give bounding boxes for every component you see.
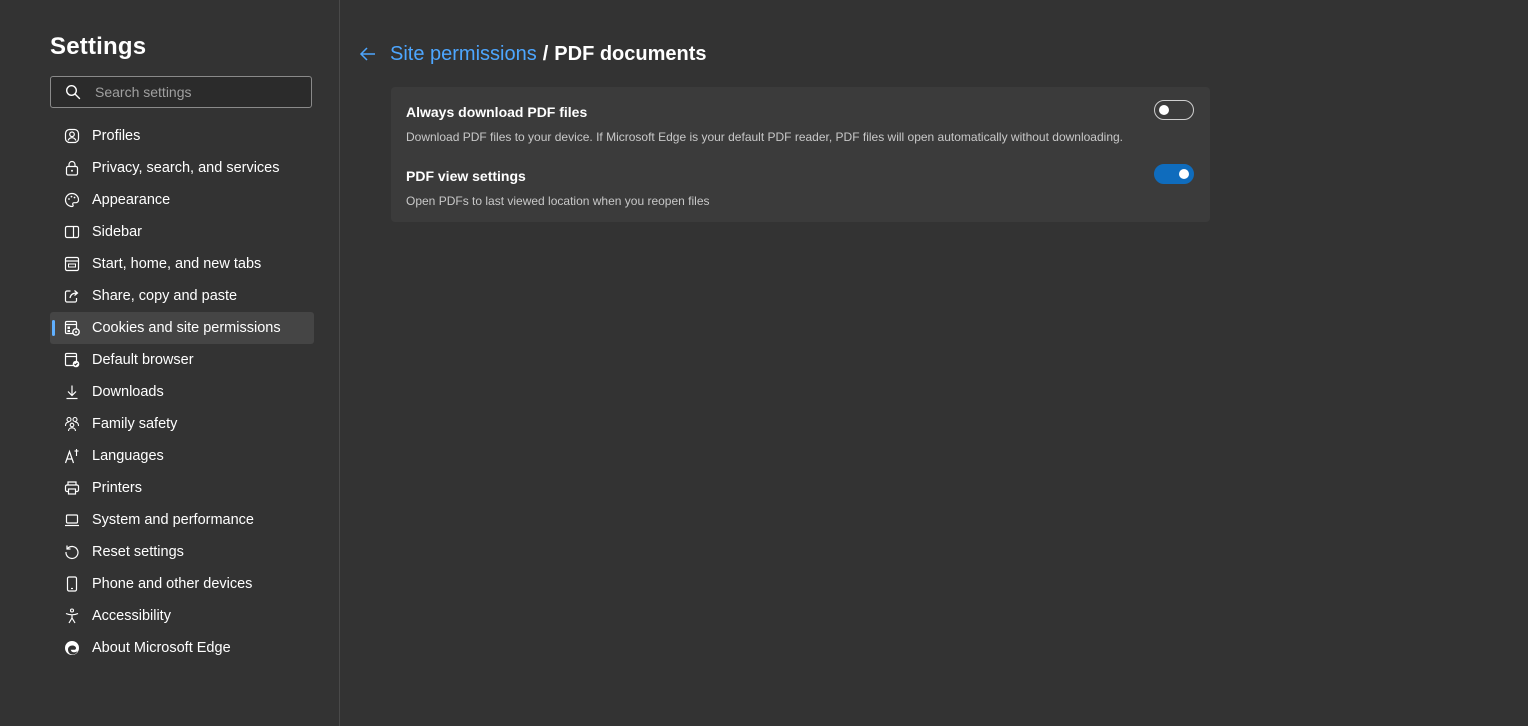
pdf-settings-card: Always download PDF files Download PDF f… [391,87,1210,222]
setting-description-always-download: Download PDF files to your device. If Mi… [406,130,1123,144]
home-tabs-icon [64,256,80,272]
sidebar-item-family-safety[interactable]: Family safety [50,408,314,440]
sidebar-item-label: Share, copy and paste [92,288,238,304]
sidebar-item-reset[interactable]: Reset settings [50,536,314,568]
sidebar-item-label: Accessibility [92,608,171,624]
sidebar-item-label: Sidebar [92,224,142,240]
settings-nav: Profiles Privacy, search, and services A… [50,120,314,664]
sidebar-item-label: Default browser [92,352,194,368]
sidebar-item-label: Downloads [92,384,164,400]
palette-icon [64,192,80,208]
settings-sidebar: Settings Profiles Privacy, search, and s… [0,0,340,726]
toggle-knob [1179,169,1189,179]
sidebar-item-system[interactable]: System and performance [50,504,314,536]
laptop-icon [64,512,80,528]
lock-icon [64,160,80,176]
share-icon [64,288,80,304]
sidebar-item-label: System and performance [92,512,254,528]
sidebar-item-label: Printers [92,480,142,496]
reset-icon [64,544,80,560]
profile-icon [64,128,80,144]
cookies-permissions-icon [64,320,80,336]
sidebar-item-share[interactable]: Share, copy and paste [50,280,314,312]
sidebar-item-label: Start, home, and new tabs [92,256,262,272]
page-title: PDF documents [554,42,707,65]
search-icon [65,84,81,100]
sidebar-item-label: Cookies and site permissions [92,320,281,336]
sidebar-item-label: Privacy, search, and services [92,160,280,176]
sidebar-item-label: Phone and other devices [92,576,253,592]
sidebar-item-languages[interactable]: Languages [50,440,314,472]
setting-title-always-download: Always download PDF files [406,104,588,120]
sidebar-item-start-home-tabs[interactable]: Start, home, and new tabs [50,248,314,280]
download-icon [64,384,80,400]
family-icon [64,416,80,432]
sidebar-title: Settings [50,33,147,60]
back-arrow-icon[interactable] [358,44,378,64]
toggle-knob [1159,105,1169,115]
setting-title-pdf-view: PDF view settings [406,168,526,184]
sidebar-item-label: About Microsoft Edge [92,640,231,656]
search-input[interactable] [95,84,295,100]
breadcrumb: Site permissions / PDF documents [358,40,707,68]
sidebar-item-about[interactable]: About Microsoft Edge [50,632,314,664]
edge-logo-icon [64,640,80,656]
sidebar-item-label: Appearance [92,192,171,208]
sidebar-item-label: Reset settings [92,544,184,560]
search-box[interactable] [50,76,312,108]
sidebar-item-accessibility[interactable]: Accessibility [50,600,314,632]
printer-icon [64,480,80,496]
breadcrumb-separator: / [542,42,549,65]
sidebar-item-phone[interactable]: Phone and other devices [50,568,314,600]
phone-icon [64,576,80,592]
sidebar-item-label: Languages [92,448,164,464]
sidebar-item-cookies[interactable]: Cookies and site permissions [50,312,314,344]
always-download-toggle[interactable] [1154,100,1194,120]
sidebar-item-appearance[interactable]: Appearance [50,184,314,216]
sidebar-item-printers[interactable]: Printers [50,472,314,504]
sidebar-item-downloads[interactable]: Downloads [50,376,314,408]
sidebar-icon [64,224,80,240]
sidebar-item-sidebar[interactable]: Sidebar [50,216,314,248]
sidebar-item-privacy[interactable]: Privacy, search, and services [50,152,314,184]
accessibility-icon [64,608,80,624]
setting-description-pdf-view: Open PDFs to last viewed location when y… [406,194,710,208]
languages-icon [64,448,80,464]
pdf-view-toggle[interactable] [1154,164,1194,184]
sidebar-item-label: Profiles [92,128,141,144]
sidebar-item-default-browser[interactable]: Default browser [50,344,314,376]
sidebar-item-label: Family safety [92,416,178,432]
default-browser-icon [64,352,80,368]
breadcrumb-parent-link[interactable]: Site permissions [390,43,537,66]
sidebar-item-profiles[interactable]: Profiles [50,120,314,152]
